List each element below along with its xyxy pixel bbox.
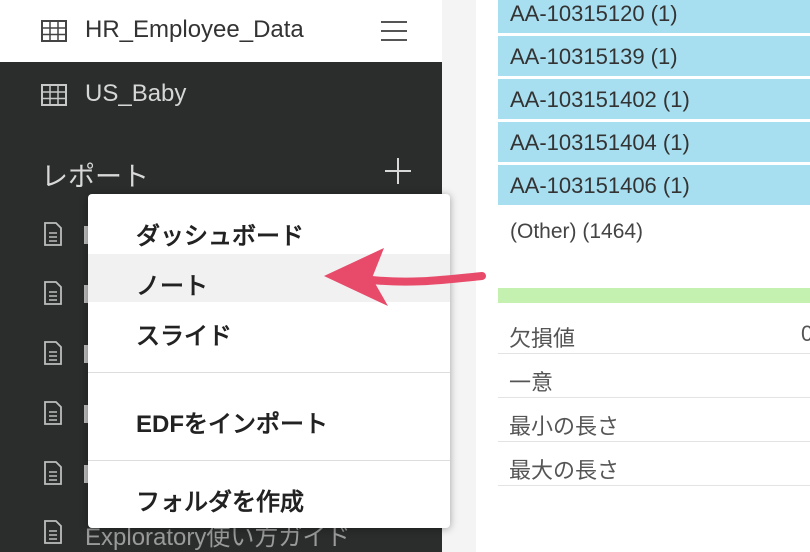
menu-divider	[88, 460, 450, 461]
document-icon	[44, 222, 62, 246]
stat-label: 欠損値	[509, 326, 576, 351]
sidebar-item-label: US_Baby	[85, 80, 187, 107]
document-icon	[44, 520, 62, 544]
stat-row-max-length: 最大の長さ	[498, 441, 810, 486]
plus-icon[interactable]	[385, 158, 411, 184]
stat-row-missing: 欠損値 0	[498, 309, 810, 354]
stat-row-min-length: 最小の長さ	[498, 397, 810, 442]
value-bar[interactable]: AA-10315120 (1)	[498, 0, 810, 33]
sidebar-item-hr-employee-data[interactable]: HR_Employee_Data	[0, 0, 442, 62]
value-label: AA-103151404 (1)	[510, 130, 690, 155]
document-icon	[44, 281, 62, 305]
stat-label: 一意	[509, 370, 554, 395]
menu-item-slide[interactable]: スライド	[88, 304, 450, 352]
table-icon	[41, 20, 67, 42]
menu-item-import-edf[interactable]: EDFをインポート	[88, 392, 450, 440]
value-label: AA-10315120 (1)	[510, 1, 678, 26]
value-bar[interactable]: AA-103151404 (1)	[498, 122, 810, 162]
value-bar[interactable]: AA-10315139 (1)	[498, 36, 810, 76]
document-icon	[44, 341, 62, 365]
value-label: AA-10315139 (1)	[510, 44, 678, 69]
value-bar[interactable]: AA-103151406 (1)	[498, 165, 810, 205]
menu-divider	[88, 372, 450, 373]
stat-row-unique: 一意	[498, 353, 810, 398]
hamburger-menu-icon[interactable]	[381, 21, 407, 41]
document-icon	[44, 461, 62, 485]
document-icon	[44, 401, 62, 425]
menu-item-label: フォルダを作成	[136, 489, 304, 516]
menu-item-create-folder[interactable]: フォルダを作成	[88, 470, 450, 518]
menu-item-label: スライド	[136, 323, 232, 350]
value-bar[interactable]: AA-103151402 (1)	[498, 79, 810, 119]
stat-label: 最小の長さ	[509, 414, 620, 439]
table-icon	[41, 84, 67, 106]
value-label: AA-103151402 (1)	[510, 87, 690, 112]
stat-value: 0	[801, 321, 810, 346]
value-label: AA-103151406 (1)	[510, 173, 690, 198]
sidebar-item-label: HR_Employee_Data	[85, 16, 304, 43]
status-bar	[498, 288, 810, 303]
stat-label: 最大の長さ	[509, 458, 620, 483]
menu-item-label: EDFをインポート	[136, 411, 328, 438]
menu-item-label: ダッシュボード	[136, 223, 304, 250]
pointer-arrow-icon	[324, 248, 486, 306]
other-values-label: (Other) (1464)	[510, 220, 644, 243]
report-section-header: レポート	[41, 162, 149, 192]
menu-item-label: ノート	[136, 273, 208, 300]
